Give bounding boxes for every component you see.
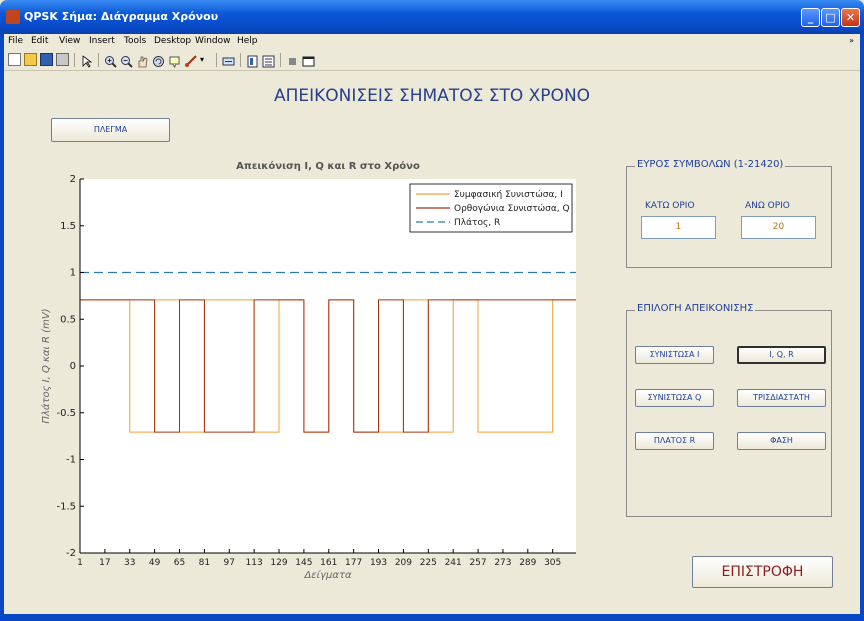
window-border-bottom [0, 614, 864, 621]
page-heading: ΑΠΕΙΚΟΝΙΣΕΙΣ ΣΗΜΑΤΟΣ ΣΤΟ ΧΡΟΝΟ [273, 86, 591, 106]
lower-limit-label: ΚΑΤΩ ΟΡΙΟ [645, 201, 695, 211]
pan-icon[interactable] [136, 53, 149, 68]
close-button[interactable]: ✕ [841, 8, 860, 27]
amplitude-r-button[interactable]: ΠΛΑΤΟΣ R [635, 432, 714, 450]
legend-icon[interactable] [262, 53, 275, 68]
maximize-button[interactable]: □ [821, 8, 840, 27]
open-icon[interactable] [24, 53, 37, 66]
datacursor-icon[interactable] [168, 53, 181, 69]
menu-window[interactable]: Window [195, 36, 231, 46]
print-icon[interactable] [56, 53, 69, 66]
upper-limit-label: ΑΝΩ ΟΡΙΟ [745, 201, 790, 211]
colorbar-icon[interactable] [246, 53, 259, 68]
iqr-button[interactable]: Ι, Q, R [737, 346, 826, 364]
menu-bar: File Edit View Insert Tools Desktop Wind… [4, 34, 860, 50]
grid-button[interactable]: ΠΛΕΓΜΑ [51, 118, 170, 142]
new-icon[interactable] [8, 53, 21, 66]
save-icon[interactable] [40, 53, 53, 66]
display-selection-panel: ΕΠΙΛΟΓΗ ΑΠΕΙΚΟΝΙΣΗΣ ΣΥΝΙΣΤΩΣΑ Ι Ι, Q, R … [626, 303, 832, 517]
three-dimensional-button[interactable]: ΤΡΙΣΔΙΑΣΤΑΤΗ [737, 389, 826, 407]
menu-file[interactable]: File [8, 36, 23, 46]
matlab-app-icon [6, 10, 20, 24]
phase-button[interactable]: ΦΑΣΗ [737, 432, 826, 450]
rotate-icon[interactable] [152, 53, 165, 67]
minimize-button[interactable]: _ [801, 8, 820, 27]
menu-insert[interactable]: Insert [89, 36, 115, 46]
upper-limit-input[interactable]: 20 [741, 216, 816, 239]
symbol-range-panel: ΕΥΡΟΣ ΣΥΜΒΟΛΩΝ (1-21420) ΚΑΤΩ ΟΡΙΟ ΑΝΩ Ο… [626, 159, 832, 268]
component-i-button[interactable]: ΣΥΝΙΣΤΩΣΑ Ι [635, 346, 714, 364]
menu-view[interactable]: View [59, 36, 80, 46]
symbol-range-title: ΕΥΡΟΣ ΣΥΜΒΟΛΩΝ (1-21420) [635, 159, 786, 170]
menu-desktop[interactable]: Desktop [154, 36, 191, 46]
menu-overflow-icon[interactable]: » [849, 36, 854, 45]
link-icon[interactable] [222, 53, 235, 66]
menu-tools[interactable]: Tools [124, 36, 146, 46]
lower-limit-input[interactable]: 1 [641, 216, 716, 239]
brush-dropdown-icon[interactable]: ▾ [200, 53, 213, 66]
window-title: QPSK Σήμα: Διάγραμμα Χρόνου [24, 10, 219, 23]
hide-tools-icon[interactable] [286, 53, 299, 66]
figure-toolbar: ▾ [4, 50, 860, 71]
return-button[interactable]: ΕΠΙΣΤΡΟΦΗ [692, 556, 833, 588]
window-border-right [860, 34, 864, 621]
brush-icon[interactable] [184, 53, 197, 67]
zoom-in-icon[interactable] [104, 53, 117, 68]
pointer-icon[interactable] [80, 53, 93, 68]
window-title-bar[interactable]: QPSK Σήμα: Διάγραμμα Χρόνου _ □ ✕ [0, 0, 864, 34]
menu-help[interactable]: Help [237, 36, 258, 46]
zoom-out-icon[interactable] [120, 53, 133, 68]
menu-edit[interactable]: Edit [31, 36, 48, 46]
dock-icon[interactable] [302, 53, 315, 67]
display-selection-title: ΕΠΙΛΟΓΗ ΑΠΕΙΚΟΝΙΣΗΣ [635, 303, 756, 314]
component-q-button[interactable]: ΣΥΝΙΣΤΩΣΑ Q [635, 389, 714, 407]
